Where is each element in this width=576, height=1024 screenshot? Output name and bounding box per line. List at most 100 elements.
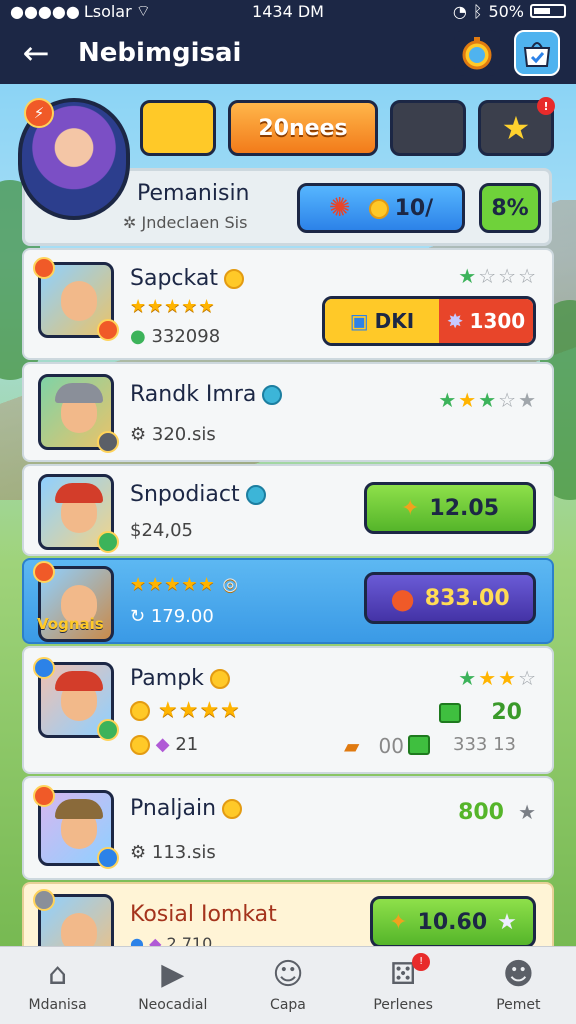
- price-button[interactable]: ● 833.00: [364, 572, 536, 624]
- bluetooth-icon: ᛒ: [472, 1, 483, 21]
- play-icon: ▶: [161, 956, 185, 992]
- item-thumbnail: [33, 257, 119, 341]
- bottom-nav: ⌂ Mdanisa ▶ Neocadial ☺ Capa ⚄ ! Perlene…: [0, 946, 576, 1024]
- item-title: Randk Imra: [130, 382, 283, 407]
- lock-rotation-icon: ◔: [452, 1, 467, 21]
- face-icon: ☺: [272, 956, 304, 992]
- battery-icon: [530, 4, 566, 18]
- flame-badge-icon: [33, 657, 55, 679]
- gem-value-2: 333 13: [408, 734, 516, 755]
- item-subtext: $24,05: [130, 520, 193, 541]
- coin-icon: [223, 269, 244, 289]
- item-thumbnail: [38, 474, 119, 553]
- item-stars: ★★★★: [130, 698, 241, 723]
- user-icon: ☻: [502, 956, 534, 992]
- sparkle-icon: ✦: [400, 495, 420, 521]
- item-rating: ★☆☆☆: [458, 264, 538, 288]
- crab-icon: ✺: [328, 193, 351, 223]
- nav-item-dice[interactable]: ⚄ ! Perlenes: [348, 952, 458, 1013]
- item-subtext: ↻ 179.00: [130, 606, 214, 627]
- price-button[interactable]: ✦ 12.05: [364, 482, 536, 534]
- item-value: 800: [458, 800, 504, 825]
- nav-label: Neocadial: [138, 996, 208, 1013]
- gear-badge-icon: [97, 319, 119, 341]
- item-subtext: ⚙ 113.sis: [130, 842, 216, 863]
- lightning-badge-icon: ⚡: [24, 98, 54, 128]
- gear-icon: ✲: [123, 213, 142, 232]
- item-thumbnail: Vognais: [33, 561, 114, 642]
- star-icon: ★: [518, 800, 536, 824]
- list-item[interactable]: Snpodiact $24,05 ✦ 12.05: [22, 464, 554, 556]
- tab-dark[interactable]: [390, 100, 466, 156]
- flame-badge-icon: [33, 785, 55, 807]
- sparkle-icon: ✦: [389, 909, 408, 935]
- home-icon: ⌂: [48, 956, 68, 992]
- potion-icon: ◆: [155, 734, 170, 755]
- nav-item-face[interactable]: ☺ Capa: [233, 956, 343, 1013]
- coin-icon: [245, 485, 266, 505]
- tab-yellow[interactable]: [140, 100, 216, 156]
- green-dot-icon: ●: [130, 326, 146, 347]
- mid-value: ▰ 00: [344, 734, 404, 758]
- nav-label: Pemet: [496, 996, 541, 1013]
- nav-item-home[interactable]: ⌂ Mdanisa: [3, 956, 113, 1013]
- list-item[interactable]: Pampk ★★★★ ◆ 21 ★★★☆ 20 ▰ 00 333 13: [22, 646, 554, 774]
- coin-icon: [209, 669, 230, 689]
- battery-label: 50%: [488, 1, 524, 21]
- item-title: Snpodiact: [130, 482, 266, 507]
- stopwatch-icon: [462, 37, 492, 70]
- tab-favorites[interactable]: ★ !: [478, 97, 555, 156]
- item-subtext: ◆ 21: [130, 734, 198, 755]
- item-title: Pnaljain: [130, 796, 243, 821]
- nav-item-profile[interactable]: ☻ Pemet: [463, 956, 573, 1013]
- shop-bag-icon: [523, 42, 551, 67]
- gear-small-icon: ⚙: [130, 424, 147, 445]
- notification-badge: !: [537, 97, 555, 115]
- list-item[interactable]: Randk Imra ⚙ 320.sis ★★★☆★: [22, 362, 554, 462]
- list-item[interactable]: Sapckat ★★★★★ ● 332098 ★☆☆☆ ▣ DKI ✸ 1300: [22, 248, 554, 360]
- gear-badge-icon: [33, 889, 55, 911]
- flame-badge-icon: [33, 257, 55, 279]
- gem-value-1: 20: [438, 700, 522, 725]
- coin-icon: [130, 701, 150, 721]
- gear-badge-icon: [97, 431, 119, 453]
- gear-badge-icon: [97, 531, 119, 553]
- profile-name: Pemanisin: [137, 181, 250, 206]
- gem-icon: [408, 735, 431, 755]
- list-item[interactable]: Pnaljain ⚙ 113.sis 800 ★: [22, 776, 554, 880]
- cube-icon: ▣: [349, 309, 369, 333]
- status-bar: ●●●●● Lsolar ⌔ 1434 DM ◔ ᛒ 50%: [0, 0, 576, 22]
- tab-featured[interactable]: 20nees: [228, 100, 378, 156]
- flame-badge-icon: [33, 561, 55, 583]
- percent-pill[interactable]: 8%: [479, 183, 541, 233]
- crab-currency-pill[interactable]: ✺ 10/: [297, 183, 465, 233]
- item-subtext: ⚙ 320.sis: [130, 424, 216, 445]
- clock-time: 1434 DM: [252, 1, 324, 21]
- signal-icon: ●●●●●: [10, 1, 80, 21]
- wifi-icon: ⌔: [135, 1, 151, 20]
- nav-label: Mdanisa: [28, 996, 87, 1013]
- top-tab-bar: 20nees ★ !: [140, 97, 555, 156]
- burst-icon: ✸: [446, 309, 464, 333]
- price-button[interactable]: ✦ 10.60 ★: [370, 896, 536, 948]
- blue-pill-value: 10/: [394, 195, 434, 221]
- gear-small-icon: ⚙: [130, 842, 147, 863]
- split-price-button[interactable]: ▣ DKI ✸ 1300: [322, 296, 536, 346]
- back-button[interactable]: ←: [16, 33, 56, 73]
- coin-icon: [262, 385, 283, 405]
- item-rating: ★★★☆★: [438, 388, 538, 412]
- star-icon: ★: [497, 909, 517, 935]
- item-title: Kosial Iomkat: [130, 902, 277, 927]
- item-stars: ★★★★★: [130, 296, 216, 317]
- nav-item-media[interactable]: ▶ Neocadial: [118, 956, 228, 1013]
- item-thumbnail: [38, 374, 119, 453]
- item-title: Pampk: [130, 666, 230, 691]
- item-thumbnail: [33, 785, 119, 869]
- list-item-selected[interactable]: Vognais ★★★★★ ◎ ↻ 179.00 ● 833.00: [22, 558, 554, 644]
- timer-button[interactable]: [454, 30, 500, 76]
- log-icon: ▰: [344, 734, 360, 758]
- item-thumbnail: [33, 657, 119, 741]
- coin-icon: [222, 799, 243, 819]
- shop-button[interactable]: [514, 30, 560, 76]
- coin-icon: [130, 735, 150, 755]
